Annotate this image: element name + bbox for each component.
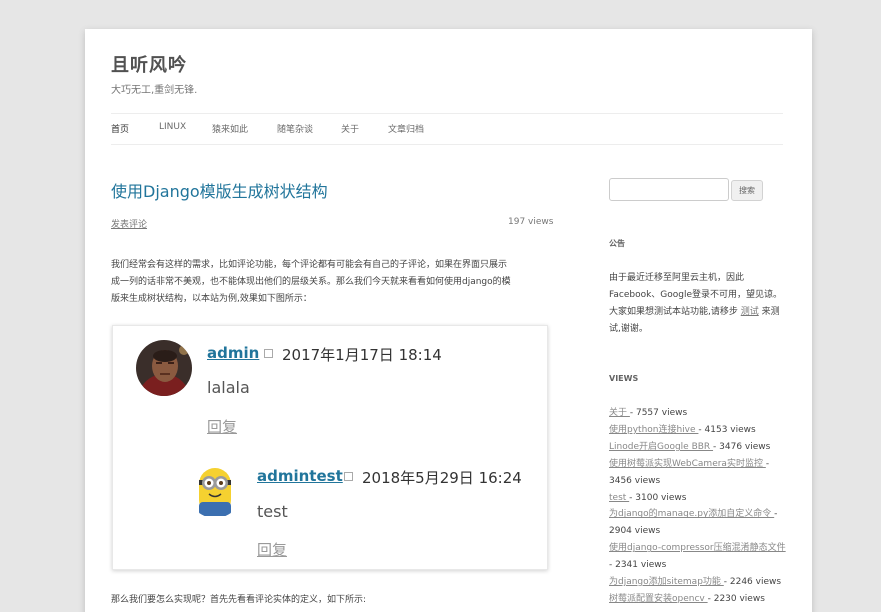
page-container: 且听风吟 大巧无工,重剑无锋. 首页 LINUX 猿来如此 随笔杂谈 关于 文章…: [85, 29, 812, 612]
clock-icon: [344, 472, 353, 481]
comment-text: lalala: [207, 378, 250, 397]
views-item-count: - 2246 views: [723, 577, 782, 588]
notice-line: 由于最近迁移至阿里云主机，因此: [609, 273, 745, 283]
views-item-link[interactable]: 使用django-compressor压缩混淆静态文件: [609, 543, 786, 553]
post-intro-line: 版来生成树状结构，以本站为例,效果如下图所示：: [111, 294, 312, 304]
site-title[interactable]: 且听风吟: [111, 51, 187, 77]
comment-date: 2018年5月29日 16:24: [362, 469, 522, 487]
post-intro-line: 我们经常会有这样的需求，比如评论功能，每个评论都有可能会有自己的子评论，如果在界…: [111, 260, 508, 270]
views-item: 关于 - 7557 views: [609, 405, 794, 422]
reply-link[interactable]: 回复: [257, 539, 287, 560]
nav-item-programming[interactable]: 猿来如此: [212, 122, 248, 135]
views-item-link[interactable]: test: [609, 493, 629, 503]
views-item-count: - 3100 views: [629, 492, 687, 503]
views-item-count: - 2230 views: [707, 593, 765, 604]
comments-link[interactable]: 发表评论: [111, 217, 147, 230]
views-item: test - 3100 views: [609, 490, 794, 507]
views-item-count: - 3476 views: [713, 441, 771, 452]
comment-author-link[interactable]: admintest: [257, 467, 343, 485]
views-item-link[interactable]: Linode开启Google BBR: [609, 442, 713, 452]
nav-item-archive[interactable]: 文章归档: [388, 122, 424, 135]
views-item-count: -: [774, 509, 778, 520]
views-item: 为django的manage.py添加自定义命令 -: [609, 506, 794, 523]
views-item-link[interactable]: 为django添加sitemap功能: [609, 577, 724, 587]
comment-author-link[interactable]: admin: [207, 344, 259, 362]
comment-text: test: [257, 502, 288, 521]
views-item: 使用django-compressor压缩混淆静态文件: [609, 540, 794, 557]
views-item-count: -: [765, 458, 770, 469]
avatar: [187, 462, 243, 518]
views-item-link[interactable]: 为django的manage.py添加自定义命令: [609, 509, 774, 519]
search-button[interactable]: 搜索: [731, 180, 763, 201]
site-description: 大巧无工,重剑无锋.: [111, 85, 198, 96]
views-item-link[interactable]: 使用python连接hive: [609, 425, 698, 435]
test-link[interactable]: 测试: [741, 307, 759, 317]
views-item-count: - 4153 views: [698, 424, 756, 435]
nav-item-essays[interactable]: 随笔杂谈: [277, 122, 313, 135]
notice-text: 来测: [758, 307, 780, 317]
post-title[interactable]: 使用Django模版生成树状结构: [111, 178, 328, 202]
post-view-count: 197 views: [508, 217, 554, 227]
post-intro-line: 成一列的话非常不美观，也不能体现出他们的层级关系。那么我们今天就来看看如何使用d…: [111, 277, 511, 287]
views-widget-list: 关于 - 7557 views 使用python连接hive - 4153 vi…: [609, 405, 794, 608]
views-item-count: 2904 views: [609, 526, 661, 537]
post-intro: 我们经常会有这样的需求，比如评论功能，每个评论都有可能会有自己的子评论，如果在界…: [111, 257, 551, 308]
views-item: 树莓派配置安装opencv - 2230 views: [609, 591, 794, 608]
reply-link[interactable]: 回复: [207, 416, 237, 437]
comment-date: 2017年1月17日 18:14: [282, 346, 442, 364]
avatar-photo: [136, 340, 192, 396]
nav-bottom-divider: [111, 144, 783, 145]
minion-avatar-icon: [187, 462, 243, 518]
notice-line: Facebook、Google登录不可用，望见谅。: [609, 290, 783, 300]
nav-top-divider: [111, 113, 783, 114]
views-item: 使用python连接hive - 4153 views: [609, 422, 794, 439]
views-item: - 2341 views: [609, 557, 794, 574]
search-input[interactable]: [609, 178, 729, 201]
views-item-link[interactable]: 树莓派配置安装opencv: [609, 594, 708, 604]
views-item-link[interactable]: 关于: [609, 408, 630, 418]
views-item-count: - 7557 views: [629, 408, 688, 418]
views-item-link[interactable]: 使用树莓派实现WebCamera实时监控: [609, 459, 766, 469]
nav-item-home[interactable]: 首页: [111, 122, 129, 135]
notice-text: 大家如果想测试本站功能,请移步: [609, 307, 741, 317]
notice-line: 试,谢谢。: [609, 324, 648, 334]
views-item-count: - 2341 views: [609, 560, 667, 571]
avatar: [136, 340, 192, 396]
comment-tree-screenshot: admin 2017年1月17日 18:14 lalala 回复 adminte…: [112, 325, 548, 570]
nav-item-linux[interactable]: LINUX: [159, 122, 186, 132]
post-paragraph: 那么我们要怎么实现呢？首先先看看评论实体的定义，如下所示:: [111, 595, 367, 605]
views-item: 2904 views: [609, 523, 794, 540]
nav-item-about[interactable]: 关于: [341, 122, 359, 135]
views-item: Linode开启Google BBR - 3476 views: [609, 439, 794, 456]
views-item: 使用树莓派实现WebCamera实时监控 -: [609, 456, 794, 473]
notice-widget-title: 公告: [609, 239, 625, 248]
notice-line: 大家如果想测试本站功能,请移步 测试 来测: [609, 304, 789, 321]
notice-widget: 由于最近迁移至阿里云主机，因此 Facebook、Google登录不可用，望见谅…: [609, 270, 789, 338]
views-item: 为django添加sitemap功能 - 2246 views: [609, 574, 794, 591]
views-widget-title: VIEWS: [609, 374, 639, 383]
views-item: 3456 views: [609, 473, 794, 490]
views-item-count: 3456 views: [609, 475, 661, 486]
clock-icon: [264, 349, 273, 358]
